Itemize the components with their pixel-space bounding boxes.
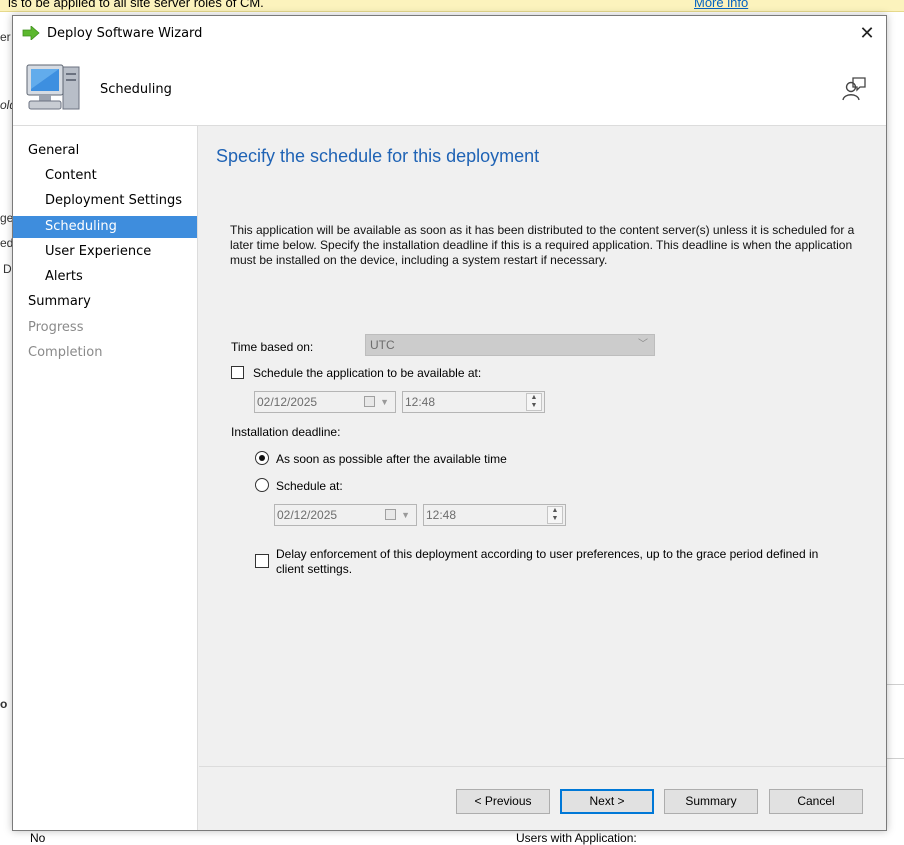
schedule-available-label: Schedule the application to be available… <box>253 366 482 380</box>
deadline-date-picker: 02/12/2025 ▼ <box>274 504 417 526</box>
chevron-down-icon: ﹀ <box>638 339 648 350</box>
banner-text: is to be applied to all site server role… <box>8 0 264 10</box>
installation-deadline-label: Installation deadline: <box>231 425 341 439</box>
available-time-value: 12:48 <box>405 395 436 409</box>
available-time-picker: 12:48 ▲ ▼ <box>402 391 545 413</box>
nav-item-scheduling[interactable]: Scheduling <box>13 216 197 238</box>
green-arrow-icon <box>22 26 40 40</box>
deadline-time-picker: 12:48 ▲ ▼ <box>423 504 566 526</box>
schedule-available-checkbox[interactable] <box>231 366 244 379</box>
asap-label: As soon as possible after the available … <box>276 452 507 466</box>
nav-item-completion: Completion <box>28 345 103 360</box>
background-text-fragment: er <box>0 30 11 44</box>
info-banner: is to be applied to all site server role… <box>0 0 904 12</box>
schedule-at-label: Schedule at: <box>276 479 343 493</box>
calendar-icon <box>385 509 396 520</box>
wizard-page-content: Specify the schedule for this deployment… <box>199 126 886 766</box>
previous-button[interactable]: < Previous <box>456 789 550 814</box>
nav-item-general[interactable]: General <box>13 140 197 162</box>
background-divider <box>886 758 904 759</box>
background-text-fragment: o <box>0 697 8 711</box>
time-spinner: ▲ ▼ <box>526 393 542 411</box>
cancel-button[interactable]: Cancel <box>769 789 863 814</box>
asap-radio[interactable] <box>255 451 269 465</box>
dialog-title: Deploy Software Wizard <box>47 26 203 41</box>
deploy-software-wizard-dialog: Deploy Software Wizard ✕ Scheduling Gene… <box>12 15 887 831</box>
delay-enforcement-label: Delay enforcement of this deployment acc… <box>276 547 819 576</box>
title-bar[interactable]: Deploy Software Wizard ✕ <box>13 16 886 50</box>
wizard-header: Scheduling <box>13 50 886 126</box>
delay-enforcement-checkbox[interactable] <box>255 554 269 568</box>
next-button[interactable]: Next > <box>560 789 654 814</box>
background-text-fragment: D <box>3 262 12 276</box>
nav-item-alerts[interactable]: Alerts <box>13 266 197 288</box>
computer-icon <box>26 64 80 110</box>
more-info-link[interactable]: More info <box>694 0 748 10</box>
chevron-down-icon: ▼ <box>380 397 389 407</box>
available-date-value: 02/12/2025 <box>257 395 318 409</box>
background-divider <box>886 684 904 685</box>
nav-item-content[interactable]: Content <box>13 165 197 187</box>
background-value-no: No <box>30 831 46 845</box>
wizard-navigation: General Content Deployment Settings Sche… <box>13 126 198 830</box>
nav-item-deployment-settings[interactable]: Deployment Settings <box>13 190 197 212</box>
page-heading: Specify the schedule for this deployment <box>216 146 540 166</box>
time-based-on-select: UTC ﹀ <box>365 334 655 356</box>
nav-item-user-experience[interactable]: User Experience <box>13 241 197 263</box>
header-page-name: Scheduling <box>100 82 172 97</box>
summary-button[interactable]: Summary <box>664 789 758 814</box>
chevron-down-icon: ▼ <box>401 510 410 520</box>
deadline-time-value: 12:48 <box>426 508 457 522</box>
available-date-picker: 02/12/2025 ▼ <box>254 391 396 413</box>
close-icon: ✕ <box>859 23 875 43</box>
nav-item-summary[interactable]: Summary <box>13 291 197 313</box>
background-users-label: Users with Application: <box>516 831 637 845</box>
calendar-icon <box>364 396 375 407</box>
deadline-date-value: 02/12/2025 <box>277 508 338 522</box>
close-button[interactable]: ✕ <box>852 18 882 48</box>
page-description: This application will be available as so… <box>230 223 855 267</box>
time-based-on-value: UTC <box>370 338 395 352</box>
footer-divider <box>199 766 886 767</box>
schedule-at-radio[interactable] <box>255 478 269 492</box>
user-help-icon[interactable] <box>841 76 867 102</box>
nav-item-progress: Progress <box>28 320 84 335</box>
time-spinner: ▲ ▼ <box>547 506 563 524</box>
time-based-on-label: Time based on: <box>231 340 314 354</box>
